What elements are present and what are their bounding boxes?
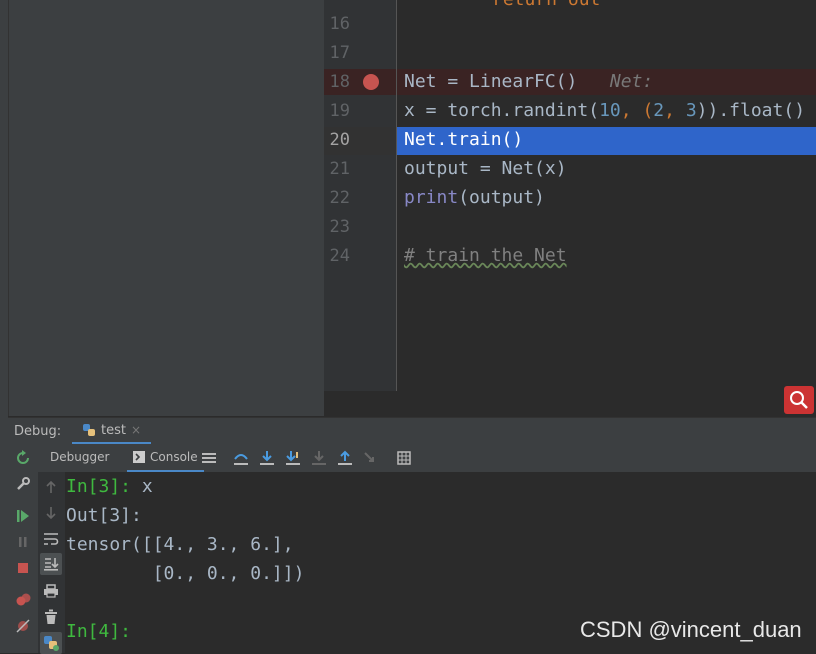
view-breakpoints-icon[interactable] [13,590,33,610]
arrow-down-icon[interactable] [40,502,62,524]
run-tab-label: test [101,422,126,438]
code-text: (output) [458,187,545,208]
python-icon [83,424,95,436]
editor-left-panel [9,0,324,416]
tab-debugger[interactable]: Debugger [50,444,109,470]
line-number: 18 [329,72,350,92]
menu-icon[interactable] [200,449,218,467]
soft-wrap-icon[interactable] [40,528,62,550]
console-line: Out[3]: [66,505,142,526]
code-number: 3 [685,100,697,121]
rerun-icon[interactable] [13,448,33,468]
code-text: )).float() [696,100,806,121]
code-line-19: x = torch.randint(10, (2, 3)).float() [404,99,805,123]
run-config-tab[interactable]: test × [72,418,152,445]
code-line-22: print(output) [404,186,545,210]
console-prompt: In[4]: [66,621,132,642]
wrench-icon[interactable] [13,474,33,494]
search-icon [790,391,808,409]
console-line: tensor([[4., 3., 6.], [66,534,294,555]
line-number: 16 [329,14,350,34]
resume-icon[interactable] [13,506,33,526]
line-number: 17 [329,43,350,63]
code-text: Net = LinearFC() [404,71,578,92]
code-text: , [664,100,686,121]
tab-console-label: Console [150,450,198,464]
line-number: 21 [329,159,350,179]
editor-bottom-area [324,391,816,416]
left-tool-strip [0,0,9,416]
console-line: [0., 0., 0.]]) [66,563,305,584]
step-out-icon[interactable] [336,449,354,467]
debug-toolbar: Debugger Console [38,444,816,473]
console-icon [133,451,145,463]
step-over-icon[interactable] [232,449,250,467]
mute-breakpoints-icon[interactable] [13,616,33,636]
left-tool-strip-bottom [0,416,8,653]
force-step-into-icon[interactable] [310,449,328,467]
breakpoint-icon[interactable] [363,74,379,90]
code-line-20: Net.train() [404,129,524,150]
code-editor[interactable]: return out Net = LinearFC() Net: x = tor… [397,0,816,391]
debug-side-toolbar [8,444,38,653]
line-number: 23 [329,217,350,237]
watermark: CSDN @vincent_duan [580,617,802,642]
debug-label: Debug: [14,424,62,439]
line-number: 24 [329,246,350,266]
code-text: , ( [620,100,654,121]
line-number-current: 20 [329,130,350,150]
tab-console[interactable]: Console [127,444,204,472]
print-icon[interactable] [40,580,62,602]
stop-icon[interactable] [13,558,33,578]
console-gutter [38,472,65,654]
line-number: 19 [329,101,350,121]
scroll-to-end-icon[interactable] [40,553,62,575]
line-number: 22 [329,188,350,208]
run-to-cursor-icon[interactable] [362,449,380,467]
search-button[interactable] [784,386,814,414]
evaluate-icon[interactable] [395,449,413,467]
code-number: 10 [599,100,621,121]
code-line-partial: return out [492,0,600,12]
console-line: In[3]: x [66,476,153,497]
close-icon[interactable]: × [131,423,141,437]
step-into-icon[interactable] [258,449,276,467]
inline-debug-hint: Net: [609,71,654,92]
python-console-icon[interactable] [40,632,62,654]
console-input: x [131,476,153,497]
step-into-my-code-icon[interactable] [284,449,302,467]
console-prompt: In[3]: [66,476,132,497]
code-line-24: # train the Net [404,245,567,266]
code-text: x = torch.randint( [404,100,600,121]
code-number: 2 [653,100,665,121]
code-builtin: print [404,187,459,208]
editor-gutter: 16 17 18 19 20 21 22 23 24 [324,0,397,391]
code-line-21: output = Net(x) [404,158,567,179]
tab-debugger-label: Debugger [50,450,110,464]
arrow-up-icon[interactable] [40,476,62,498]
debug-tool-window-header: Debug: test × [8,417,816,445]
trash-icon[interactable] [40,606,62,628]
pause-icon[interactable] [13,532,33,552]
code-line-18: Net = LinearFC() Net: [404,70,653,94]
